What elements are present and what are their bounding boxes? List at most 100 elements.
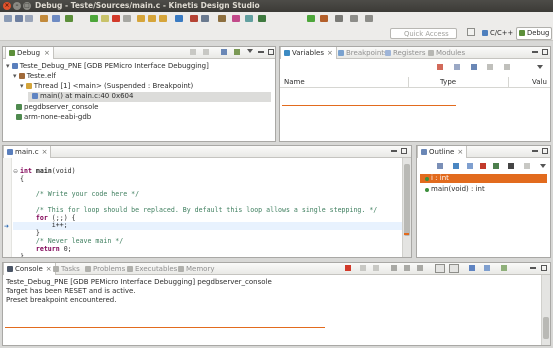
show-type-names-icon[interactable]: [454, 64, 460, 70]
maximize-view-icon[interactable]: [542, 49, 548, 55]
column-value[interactable]: Valu: [532, 78, 547, 87]
perspective-debug-button[interactable]: Debug: [516, 27, 552, 40]
scrollbar-thumb[interactable]: [404, 164, 410, 236]
sort-icon[interactable]: [437, 163, 443, 169]
editor-vertical-scrollbar[interactable]: [402, 158, 411, 257]
expand-arrow-icon[interactable]: ▾: [13, 72, 17, 80]
memory-icon[interactable]: [245, 15, 253, 22]
open-console-icon[interactable]: [501, 265, 507, 271]
hide-includes-icon[interactable]: [508, 163, 514, 169]
maximize-view-icon[interactable]: [541, 265, 547, 271]
minimize-view-icon[interactable]: [532, 51, 538, 53]
minimize-view-icon[interactable]: [532, 150, 538, 152]
run-icon[interactable]: [307, 15, 315, 22]
remove-terminated-icon[interactable]: [190, 49, 196, 55]
tab-executables[interactable]: Executables: [124, 263, 180, 275]
scroll-lock-icon[interactable]: [404, 265, 410, 271]
tree-elf[interactable]: ▾ Teste.elf: [13, 72, 56, 81]
tab-tasks[interactable]: Tasks: [50, 263, 83, 275]
step-return-icon[interactable]: [159, 15, 167, 22]
show-on-output-icon[interactable]: [435, 264, 445, 273]
step-into-icon[interactable]: [137, 15, 145, 22]
hide-fields-icon[interactable]: [453, 163, 459, 169]
maximize-window-icon[interactable]: □: [23, 2, 31, 10]
code-comment[interactable]: /* Write your code here */: [20, 190, 139, 199]
pin-console-icon[interactable]: [469, 265, 475, 271]
close-tab-icon[interactable]: ×: [457, 148, 463, 156]
tab-outline[interactable]: Outline ×: [417, 146, 468, 158]
debug-icon[interactable]: [65, 15, 73, 22]
close-tab-icon[interactable]: ×: [42, 148, 48, 156]
word-wrap-icon[interactable]: [417, 265, 423, 271]
outline-item-selected[interactable]: i : int: [420, 174, 547, 183]
processor-expert-icon[interactable]: [232, 15, 240, 22]
tab-variables[interactable]: Variables ×: [280, 47, 337, 59]
minimize-window-icon[interactable]: –: [13, 2, 21, 10]
code-line[interactable]: int main(void): [20, 167, 76, 176]
expand-arrow-icon[interactable]: ▾: [6, 62, 10, 70]
hide-non-public-icon[interactable]: [480, 163, 486, 169]
quick-access-input[interactable]: Quick Access: [390, 28, 457, 39]
build-icon[interactable]: [40, 15, 48, 22]
console-vertical-scrollbar[interactable]: [541, 275, 550, 345]
outline-item[interactable]: main(void) : int: [425, 185, 485, 194]
restart-icon[interactable]: [201, 15, 209, 22]
open-perspective-icon[interactable]: [467, 28, 475, 36]
close-tab-icon[interactable]: ×: [44, 49, 50, 57]
remove-all-icon[interactable]: [504, 64, 510, 70]
tab-memory[interactable]: Memory: [175, 263, 217, 275]
column-type[interactable]: Type: [440, 78, 456, 87]
resume-icon[interactable]: [90, 15, 98, 22]
instruction-stepping-icon[interactable]: [175, 15, 183, 22]
view-menu-icon[interactable]: [540, 164, 546, 168]
external-tools-icon[interactable]: [320, 15, 328, 22]
fold-marker-icon[interactable]: ⊖: [13, 168, 18, 175]
code-line[interactable]: return 0;: [20, 245, 72, 254]
flash-icon[interactable]: [258, 15, 266, 22]
collapse-all-icon[interactable]: [471, 64, 477, 70]
hide-inactive-icon[interactable]: [493, 163, 499, 169]
tab-console[interactable]: Console ×: [3, 263, 56, 275]
scrollbar-thumb[interactable]: [543, 317, 549, 339]
reset-icon[interactable]: [190, 15, 198, 22]
clear-console-icon[interactable]: [391, 265, 397, 271]
code-line[interactable]: }: [20, 253, 24, 257]
tab-main-c[interactable]: main.c ×: [3, 146, 52, 158]
connect-icon[interactable]: [203, 49, 209, 55]
peripherals-icon[interactable]: [218, 15, 226, 22]
show-on-error-icon[interactable]: [449, 264, 459, 273]
perspective-c-cpp-button[interactable]: C/C++: [482, 28, 515, 39]
terminate-icon[interactable]: [112, 15, 120, 22]
terminate-icon[interactable]: [345, 265, 351, 271]
save-all-icon[interactable]: [25, 15, 33, 22]
display-selected-console-icon[interactable]: [484, 265, 490, 271]
remove-all-terminated-icon[interactable]: [373, 265, 379, 271]
tab-registers[interactable]: Registers: [382, 47, 428, 59]
save-icon[interactable]: [15, 15, 23, 22]
close-tab-icon[interactable]: ×: [327, 49, 333, 57]
maximize-view-icon[interactable]: [542, 148, 548, 154]
suspend-icon[interactable]: [101, 15, 109, 22]
disconnect-icon[interactable]: [123, 15, 131, 22]
close-window-icon[interactable]: ×: [3, 2, 11, 10]
tab-problems[interactable]: Problems: [82, 263, 128, 275]
minimize-view-icon[interactable]: [391, 150, 397, 152]
collapse-all-icon[interactable]: [221, 49, 227, 55]
new-icon[interactable]: [4, 15, 12, 22]
tree-gdb-process[interactable]: arm-none-eabi-gdb: [16, 113, 91, 122]
forward-icon[interactable]: [365, 15, 373, 22]
tree-launch[interactable]: ▾ Teste_Debug_PNE [GDB PEMicro Interface…: [6, 62, 209, 71]
add-expression-icon[interactable]: [437, 64, 443, 70]
tree-thread[interactable]: ▾ Thread [1] <main> (Suspended : Breakpo…: [20, 82, 193, 91]
column-name[interactable]: Name: [284, 78, 305, 87]
back-icon[interactable]: [350, 15, 358, 22]
step-over-icon[interactable]: [148, 15, 156, 22]
expand-arrow-icon[interactable]: ▾: [20, 82, 24, 90]
minimize-view-icon[interactable]: [530, 267, 536, 269]
selected-frame-row[interactable]: main() at main.c:40 0x604: [28, 92, 271, 102]
search-toolbar-icon[interactable]: [335, 15, 343, 22]
view-menu-icon[interactable]: [247, 49, 253, 53]
skip-breakpoints-icon[interactable]: [52, 15, 60, 22]
tab-debug[interactable]: Debug ×: [5, 47, 54, 59]
link-with-editor-icon[interactable]: [234, 49, 240, 55]
